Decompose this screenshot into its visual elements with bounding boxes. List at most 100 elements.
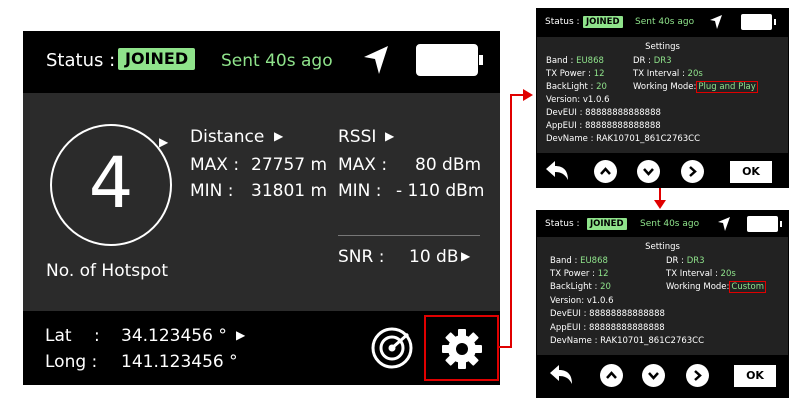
snr-value: 10 dB [409,247,459,267]
navigation-arrow-icon [710,15,722,29]
connector-line [510,95,512,348]
tx-power-value: 12 [597,269,609,279]
play-icon[interactable]: ▶ [236,328,245,342]
backlight-label: BackLight : [546,82,594,92]
dr-label: DR : [633,56,652,66]
backlight-label: BackLight : [550,282,598,292]
settings-panel: Settings Band : EU868 DR : DR3 TX Power … [537,237,788,355]
back-arrow-icon[interactable] [549,364,573,386]
ok-button[interactable]: OK [734,365,776,387]
settings-panel: Settings Band : EU868 DR : DR3 TX Power … [537,37,788,153]
deveui: DevEUI : 88888888888888 [550,309,665,319]
tx-interval-label: TX Interval : [666,269,718,279]
band-label: Band : [546,56,574,66]
chevron-right-icon [689,166,697,177]
hotspot-count: 4 [88,142,134,224]
button-row: OK [536,359,789,393]
battery-icon [416,44,483,76]
working-mode-label: Working Mode: [633,82,697,92]
play-icon[interactable]: ▶ [461,249,470,263]
rssi-min-label: MIN : [338,181,382,201]
band-label: Band : [550,256,578,266]
metrics-panel: 4 ▶ No. of Hotspot Distance ▶ MAX : 2775… [23,93,500,311]
battery-icon [741,14,776,30]
band-value: EU868 [580,256,608,266]
play-icon[interactable]: ▶ [385,129,394,143]
status-badge: JOINED [587,218,627,230]
status-label: Status : [545,219,580,229]
tx-interval-value: 20s [720,269,736,279]
dr-value: DR3 [653,56,672,66]
divider [338,235,480,236]
battery-icon [747,216,782,232]
lat-sep: : [94,326,100,346]
navigation-arrow-icon [364,46,388,74]
appeui: AppEUI : 88888888888888 [546,121,661,131]
dr-value: DR3 [686,256,705,266]
hotspot-label: No. of Hotspot [46,261,168,281]
back-arrow-icon[interactable] [545,160,569,182]
tx-power-label: TX Power : [546,69,591,79]
sent-time: Sent 40s ago [635,17,695,27]
tx-power-label: TX Power : [550,269,595,279]
status-badge: JOINED [118,48,196,70]
tx-power-value: 12 [593,69,605,79]
distance-max-label: MAX : [190,155,240,175]
lat-label: Lat [45,326,72,346]
status-label: Status : [545,17,580,27]
version: Version: v1.0.6 [546,95,610,105]
band-value: EU868 [576,56,604,66]
lat-value: 34.123456 ° [121,326,227,346]
devname: DevName : RAK10701_861C2763CC [546,134,701,144]
down-button[interactable] [642,364,665,387]
status-badge: JOINED [583,16,623,28]
rssi-label: RSSI [338,127,377,147]
play-icon[interactable]: ▶ [159,135,168,149]
long-label: Long : [45,352,98,372]
chevron-down-icon [648,372,659,380]
settings-title: Settings [645,242,680,252]
distance-max-value: 27757 m [251,155,328,175]
tx-interval-label: TX Interval : [633,69,685,79]
working-mode-value[interactable]: Custom [729,281,766,293]
up-button[interactable] [600,364,623,387]
down-button[interactable] [637,160,660,183]
gear-icon [442,329,482,369]
navigation-arrow-icon [718,217,730,231]
settings-gear-button[interactable] [424,315,499,381]
button-row: OK [536,155,789,189]
sent-time: Sent 40s ago [221,51,333,71]
right-button[interactable] [686,364,709,387]
tx-interval-value: 20s [687,69,703,79]
version: Version: v1.0.6 [550,296,614,306]
backlight-value: 20 [596,82,607,92]
working-mode-label: Working Mode: [666,282,730,292]
sent-time: Sent 40s ago [640,219,700,229]
distance-min-value: 31801 m [251,181,328,201]
status-label: Status : [46,50,116,71]
rssi-max-value: 80 dBm [415,155,482,175]
long-value: 141.123456 ° [121,352,238,372]
distance-min-label: MIN : [190,181,234,201]
chevron-down-icon [643,168,654,176]
ok-button[interactable]: OK [730,161,772,183]
distance-label: Distance [190,127,265,147]
working-mode-value[interactable]: Plug and Play [696,81,758,93]
right-button[interactable] [681,160,704,183]
chevron-up-icon [600,167,611,175]
up-button[interactable] [594,160,617,183]
settings-screen-a: Status : JOINED Sent 40s ago Settings Ba… [536,8,789,188]
rssi-min-value: - 110 dBm [396,181,485,201]
settings-screen-b: Status : JOINED Sent 40s ago Settings Ba… [536,210,789,398]
settings-title: Settings [645,42,680,52]
appeui: AppEUI : 88888888888888 [550,323,665,333]
chevron-up-icon [606,371,617,379]
snr-label: SNR : [338,247,385,267]
dr-label: DR : [666,256,685,266]
play-icon[interactable]: ▶ [274,129,283,143]
arrow-head-icon [654,200,666,209]
deveui: DevEUI : 88888888888888 [546,108,661,118]
backlight-value: 20 [600,282,611,292]
devname: DevName : RAK10701_861C2763CC [550,336,705,346]
radar-icon[interactable] [370,326,414,370]
